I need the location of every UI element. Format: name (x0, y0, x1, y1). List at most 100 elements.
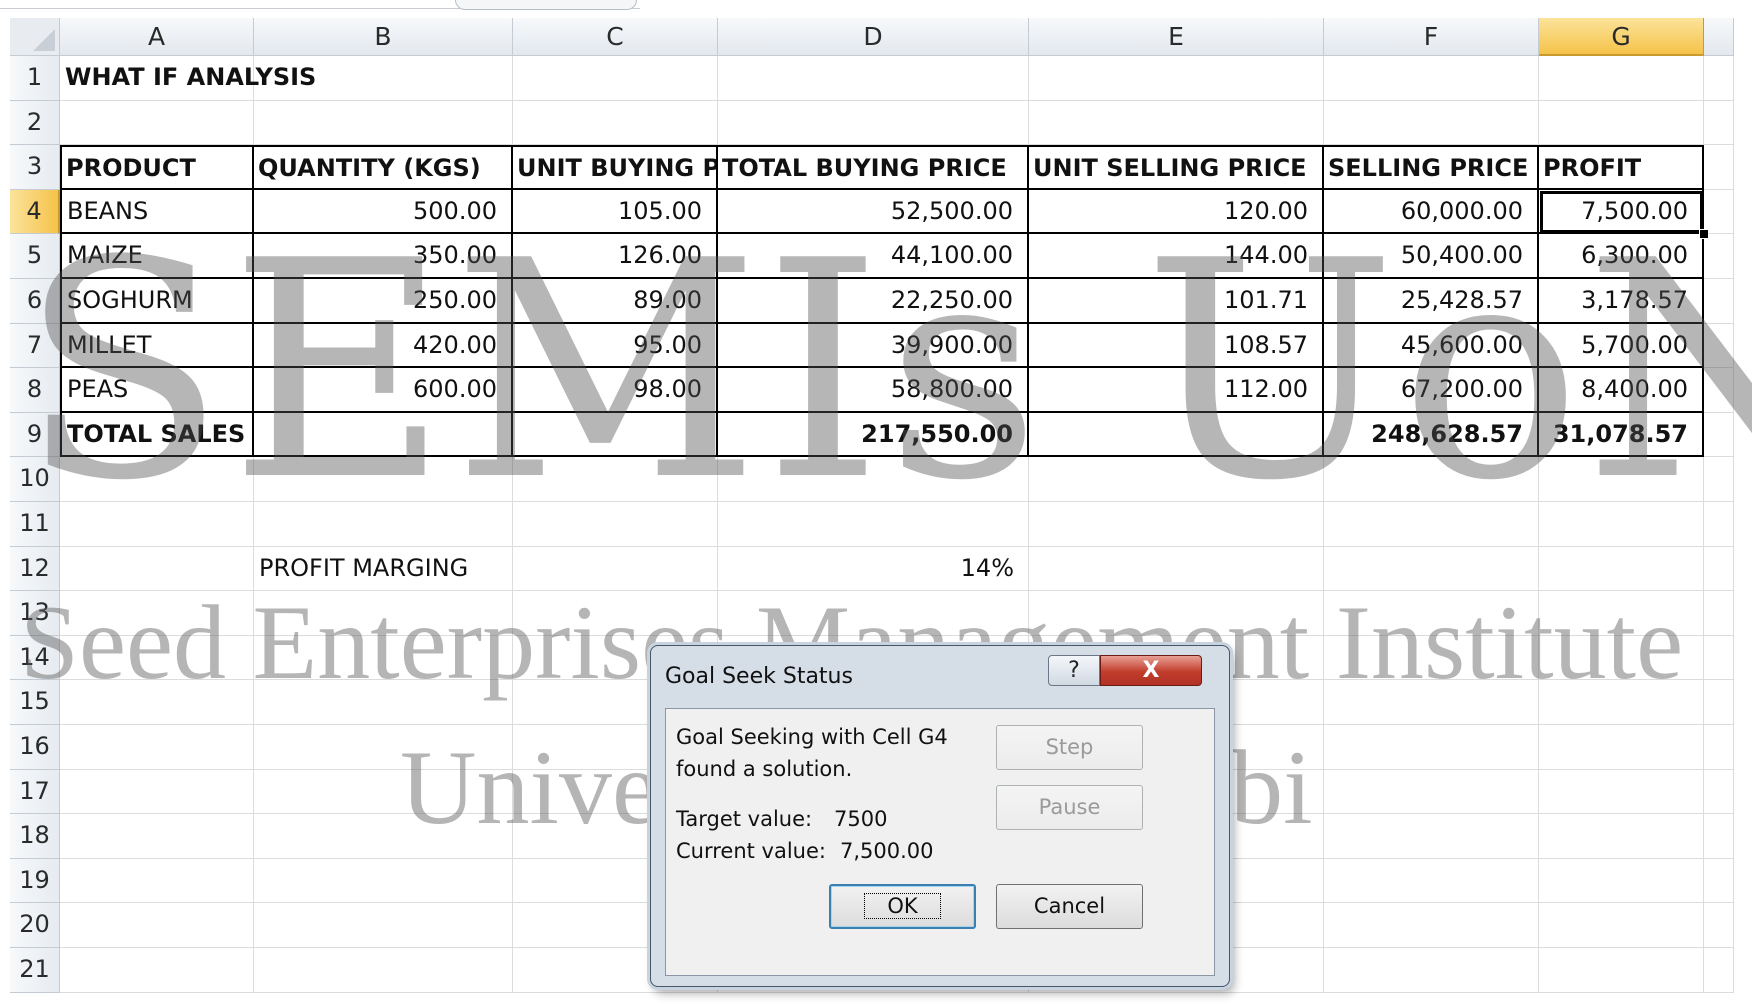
cell-c2[interactable] (513, 100, 718, 146)
row-header-3[interactable]: 3 (10, 145, 60, 190)
cell-f2[interactable] (1324, 100, 1539, 146)
cell-h8[interactable] (1704, 368, 1734, 413)
cell-a3[interactable]: PRODUCT (60, 145, 254, 190)
cell-a14[interactable] (60, 635, 254, 681)
cell-h15[interactable] (1704, 680, 1734, 725)
column-header-f[interactable]: F (1324, 18, 1539, 56)
column-header-d[interactable]: D (718, 18, 1029, 56)
cell-a4[interactable]: BEANS (60, 189, 254, 235)
cell-c7[interactable]: 95.00 (513, 323, 718, 369)
step-button[interactable]: Step (996, 725, 1143, 770)
cell-d13[interactable] (718, 591, 1029, 636)
cell-b20[interactable] (254, 903, 513, 948)
row-header-12[interactable]: 12 (10, 546, 60, 592)
cell-f1[interactable] (1324, 56, 1539, 101)
cell-g8[interactable]: 8,400.00 (1539, 368, 1704, 413)
cell-a16[interactable] (60, 725, 254, 770)
cell-g21[interactable] (1539, 948, 1704, 993)
cell-f9[interactable]: 248,628.57 (1324, 412, 1539, 458)
cell-a20[interactable] (60, 903, 254, 948)
cell-g16[interactable] (1539, 725, 1704, 770)
cell-e8[interactable]: 112.00 (1029, 368, 1324, 413)
cell-c13[interactable] (513, 591, 718, 636)
row-header-19[interactable]: 19 (10, 858, 60, 904)
cell-e4[interactable]: 120.00 (1029, 189, 1324, 235)
cell-e6[interactable]: 101.71 (1029, 279, 1324, 324)
select-all-corner[interactable] (10, 18, 60, 56)
row-header-21[interactable]: 21 (10, 948, 60, 993)
cell-f10[interactable] (1324, 457, 1539, 502)
cell-f8[interactable]: 67,200.00 (1324, 368, 1539, 413)
cell-a13[interactable] (60, 591, 254, 636)
cell-f7[interactable]: 45,600.00 (1324, 323, 1539, 369)
cell-g7[interactable]: 5,700.00 (1539, 323, 1704, 369)
cell-c4[interactable]: 105.00 (513, 189, 718, 235)
cell-f18[interactable] (1324, 814, 1539, 859)
cell-b15[interactable] (254, 680, 513, 725)
cell-d4[interactable]: 52,500.00 (718, 189, 1029, 235)
cell-f4[interactable]: 60,000.00 (1324, 189, 1539, 235)
cell-b6[interactable]: 250.00 (254, 279, 513, 324)
cell-g9[interactable]: 31,078.57 (1539, 412, 1704, 458)
cell-a8[interactable]: PEAS (60, 368, 254, 413)
cell-g14[interactable] (1539, 635, 1704, 681)
cell-f14[interactable] (1324, 635, 1539, 681)
cell-a5[interactable]: MAIZE (60, 234, 254, 279)
cell-h16[interactable] (1704, 725, 1734, 770)
cell-a10[interactable] (60, 457, 254, 502)
cell-b3[interactable]: QUANTITY (KGS) (254, 145, 513, 190)
cell-h2[interactable] (1704, 100, 1734, 146)
cell-h4[interactable] (1704, 189, 1734, 235)
cell-b21[interactable] (254, 948, 513, 993)
cell-g3[interactable]: PROFIT (1539, 145, 1704, 190)
cell-d7[interactable]: 39,900.00 (718, 323, 1029, 369)
cell-d11[interactable] (718, 502, 1029, 547)
cell-a2[interactable] (60, 100, 254, 146)
cell-h18[interactable] (1704, 814, 1734, 859)
cell-h13[interactable] (1704, 591, 1734, 636)
cell-f5[interactable]: 50,400.00 (1324, 234, 1539, 279)
ok-button[interactable]: OK (829, 884, 976, 929)
cell-d3[interactable]: TOTAL BUYING PRICE (718, 145, 1029, 190)
pause-button[interactable]: Pause (996, 785, 1143, 830)
cell-f3[interactable]: SELLING PRICE (1324, 145, 1539, 190)
cell-g20[interactable] (1539, 903, 1704, 948)
cell-h12[interactable] (1704, 546, 1734, 592)
cell-f17[interactable] (1324, 769, 1539, 815)
cell-g10[interactable] (1539, 457, 1704, 502)
cell-h10[interactable] (1704, 457, 1734, 502)
cell-g4-active[interactable]: 7,500.00 (1539, 189, 1704, 235)
cell-e1[interactable] (1029, 56, 1324, 101)
cell-c11[interactable] (513, 502, 718, 547)
cell-f12[interactable] (1324, 546, 1539, 592)
cell-h11[interactable] (1704, 502, 1734, 547)
cell-a9[interactable]: TOTAL SALES (60, 412, 254, 458)
cell-a19[interactable] (60, 858, 254, 904)
cell-c6[interactable]: 89.00 (513, 279, 718, 324)
column-header-e[interactable]: E (1029, 18, 1324, 56)
cell-h5[interactable] (1704, 234, 1734, 279)
column-header-c[interactable]: C (513, 18, 718, 56)
cell-h17[interactable] (1704, 769, 1734, 815)
cell-h9[interactable] (1704, 412, 1734, 458)
cell-d12[interactable]: 14% (718, 546, 1029, 592)
cell-b17[interactable] (254, 769, 513, 815)
row-header-1[interactable]: 1 (10, 56, 60, 101)
cell-g11[interactable] (1539, 502, 1704, 547)
cell-e13[interactable] (1029, 591, 1324, 636)
cell-a18[interactable] (60, 814, 254, 859)
cell-b16[interactable] (254, 725, 513, 770)
help-icon[interactable]: ? (1048, 655, 1100, 686)
cell-b4[interactable]: 500.00 (254, 189, 513, 235)
cell-g12[interactable] (1539, 546, 1704, 592)
cell-g2[interactable] (1539, 100, 1704, 146)
cell-b1[interactable] (254, 56, 513, 101)
cell-c8[interactable]: 98.00 (513, 368, 718, 413)
cell-h19[interactable] (1704, 858, 1734, 904)
row-header-16[interactable]: 16 (10, 725, 60, 770)
cell-a15[interactable] (60, 680, 254, 725)
cell-h1[interactable] (1704, 56, 1734, 101)
cell-g13[interactable] (1539, 591, 1704, 636)
cell-a11[interactable] (60, 502, 254, 547)
cell-d6[interactable]: 22,250.00 (718, 279, 1029, 324)
